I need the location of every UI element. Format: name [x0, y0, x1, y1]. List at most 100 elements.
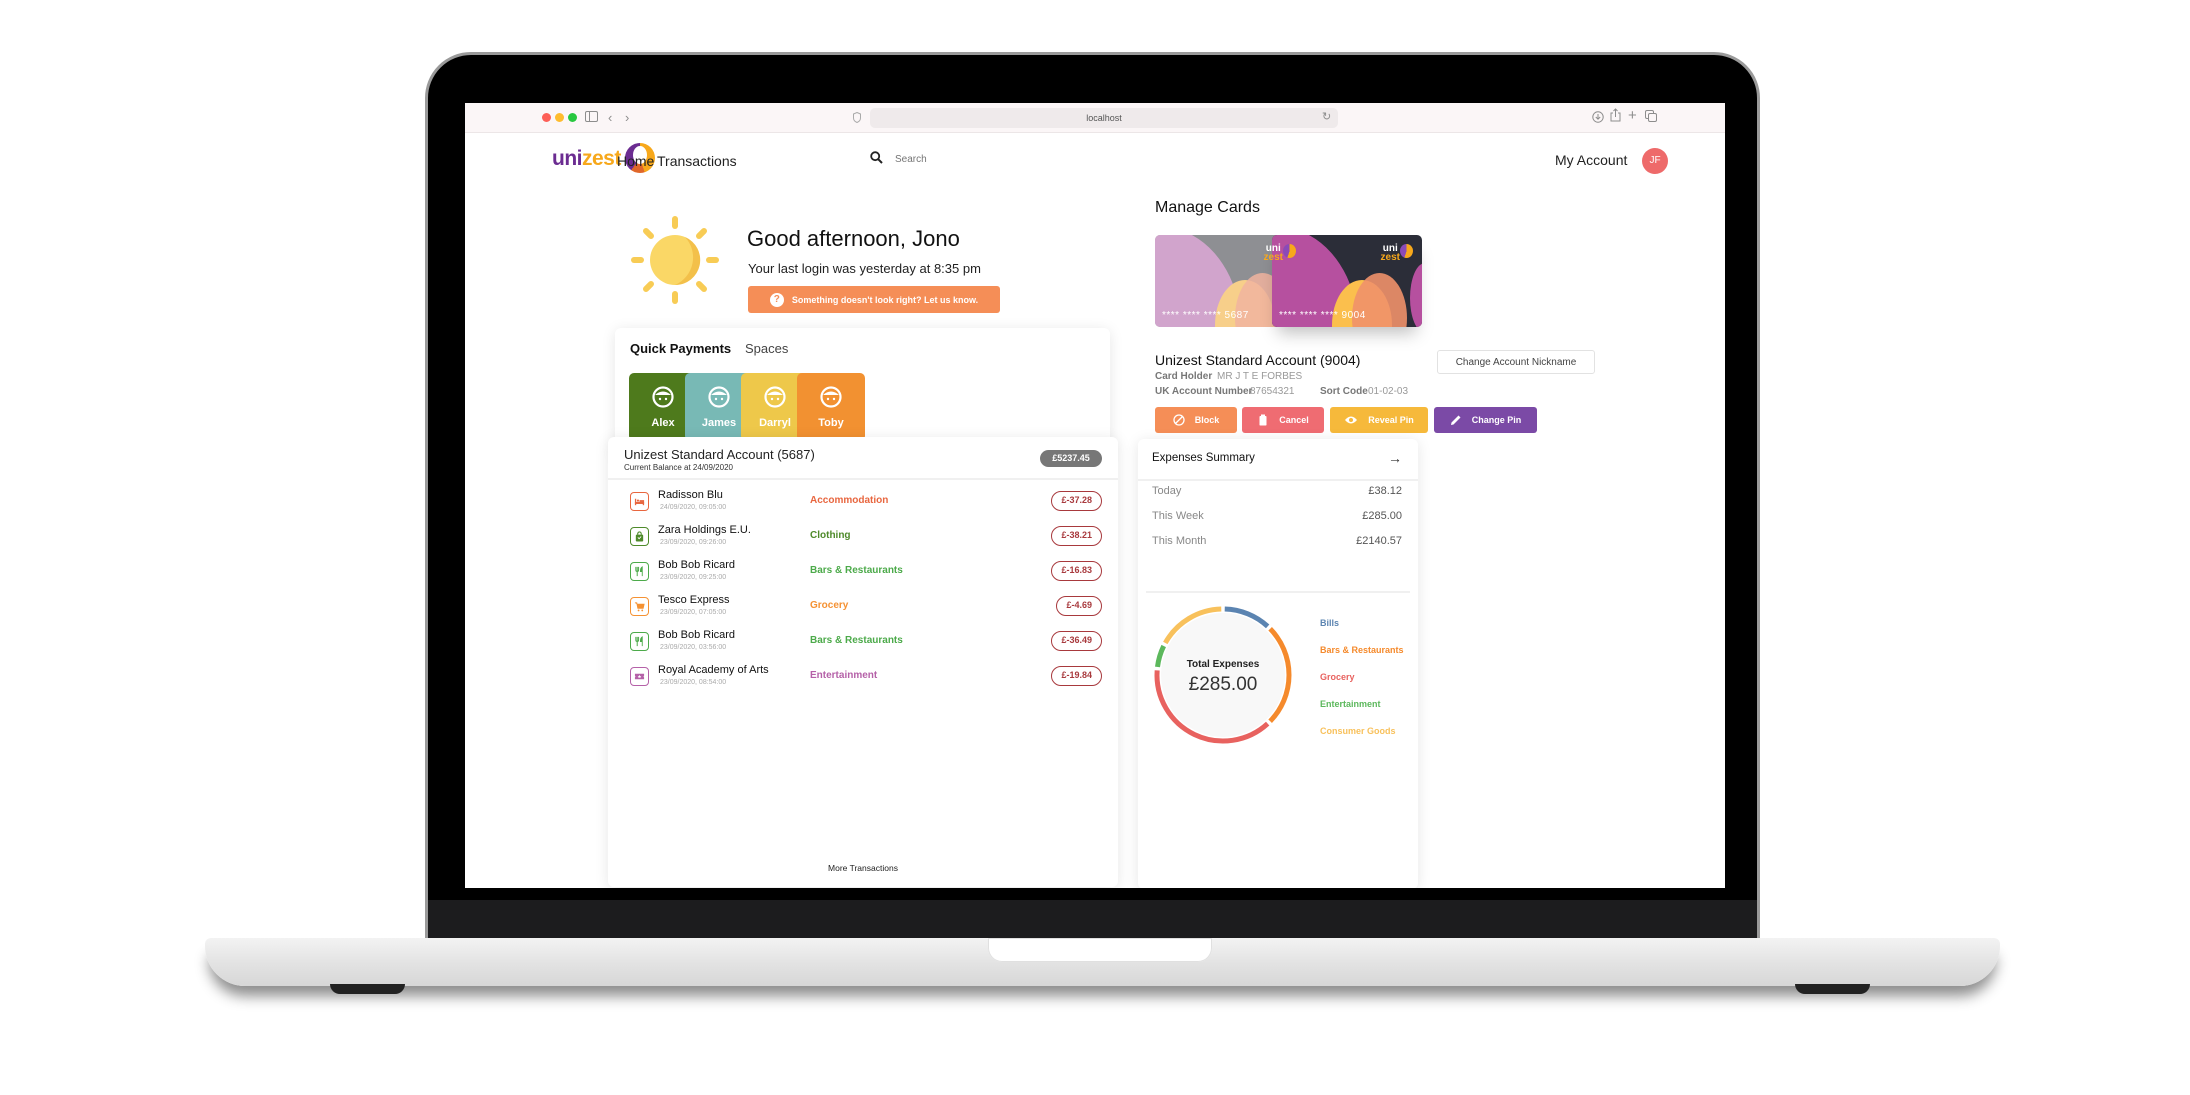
cancel-label: Cancel [1279, 415, 1309, 425]
reload-icon[interactable]: ↻ [1322, 108, 1331, 126]
sort-code-label: Sort Code [1320, 386, 1368, 397]
feedback-button-label: Something doesn't look right? Let us kno… [791, 294, 979, 305]
transaction-category: Clothing [810, 530, 851, 541]
forward-icon[interactable]: › [625, 109, 629, 127]
avatar[interactable]: JF [1642, 148, 1668, 174]
legend-item[interactable]: Bills [1320, 618, 1339, 628]
privacy-shield-icon [853, 110, 861, 128]
more-transactions-link[interactable]: More Transactions [608, 863, 1118, 873]
maximize-window-button[interactable] [568, 113, 577, 122]
feedback-button[interactable]: ? Something doesn't look right? Let us k… [748, 286, 1000, 313]
legend-item[interactable]: Bars & Restaurants [1320, 645, 1404, 655]
transaction-row[interactable]: Bob Bob Ricard 23/09/2020, 03:56:00 Bars &… [608, 623, 1118, 658]
transaction-category: Bars & Restaurants [810, 635, 903, 646]
transaction-amount: £-19.84 [1051, 666, 1102, 686]
change-nickname-button[interactable]: Change Account Nickname [1437, 350, 1595, 374]
change-pin-button[interactable]: Change Pin [1434, 407, 1537, 433]
selected-account-name: Unizest Standard Account (9004) [1155, 352, 1361, 368]
tab-quick-payments[interactable]: Quick Payments [630, 341, 731, 356]
transaction-row[interactable]: Bob Bob Ricard 23/09/2020, 09:25:00 Bars &… [608, 553, 1118, 588]
legend-item[interactable]: Entertainment [1320, 699, 1381, 709]
transaction-date: 24/09/2020, 09:05:00 [660, 504, 727, 511]
manage-cards-title: Manage Cards [1155, 199, 1260, 216]
laptop-mockup: ‹ › localhost ↻ + unizest Home Transacti… [0, 0, 2190, 1095]
transaction-amount: £-38.21 [1051, 526, 1102, 546]
my-account-link[interactable]: My Account [1555, 152, 1627, 168]
cart-icon [630, 597, 649, 616]
sort-code-value: 01-02-03 [1368, 386, 1409, 397]
donut-total-value: £285.00 [1188, 674, 1258, 695]
divider [1146, 591, 1410, 593]
expense-period-label: Today [1152, 485, 1182, 497]
laptop-foot [1795, 984, 1870, 994]
close-window-button[interactable] [542, 113, 551, 122]
expense-period-value: £285.00 [1362, 510, 1402, 522]
merchant-name: Radisson Blu [658, 489, 723, 501]
account-number-value: 87654321 [1250, 386, 1295, 397]
transaction-amount: £-4.69 [1056, 596, 1102, 616]
transaction-date: 23/09/2020, 08:54:00 [660, 679, 727, 686]
transaction-row[interactable]: Radisson Blu 24/09/2020, 09:05:00 Accommod… [608, 483, 1118, 518]
legend-item[interactable]: Grocery [1320, 672, 1355, 682]
address-bar[interactable]: localhost [870, 108, 1338, 128]
block-card-button[interactable]: Block [1155, 407, 1237, 433]
new-tab-icon[interactable]: + [1628, 107, 1637, 125]
reveal-pin-button[interactable]: Reveal Pin [1330, 407, 1428, 433]
laptop-bezel-bottom [428, 900, 1757, 940]
eye-icon [1345, 416, 1358, 424]
cutlery-icon [630, 562, 649, 581]
merchant-name: Zara Holdings E.U. [658, 524, 751, 536]
expenses-summary-title: Expenses Summary [1152, 452, 1255, 464]
card-number: **** **** **** 9004 [1279, 310, 1366, 321]
cancel-card-button[interactable]: Cancel [1242, 407, 1324, 433]
nav-transactions[interactable]: Transactions [657, 153, 737, 169]
transaction-category: Bars & Restaurants [810, 565, 903, 576]
sidebar-toggle-icon[interactable] [585, 109, 598, 127]
block-icon [1173, 414, 1185, 426]
url-text: localhost [1086, 113, 1122, 123]
ticket-icon [630, 667, 649, 686]
reveal-pin-label: Reveal Pin [1368, 415, 1414, 425]
transaction-date: 23/09/2020, 09:25:00 [660, 574, 727, 581]
transaction-amount: £-16.83 [1051, 561, 1102, 581]
greeting-title: Good afternoon, Jono [747, 226, 960, 251]
transaction-category: Accommodation [810, 495, 889, 506]
minimize-window-button[interactable] [555, 113, 564, 122]
merchant-name: Bob Bob Ricard [658, 559, 736, 571]
face-icon [708, 386, 730, 408]
unizest-logo[interactable]: unizest [552, 147, 621, 171]
balance-date: Current Balance at 24/09/2020 [624, 463, 733, 472]
merchant-name: Bob Bob Ricard [658, 629, 736, 641]
transactions-panel: Unizest Standard Account (5687) Current … [608, 437, 1118, 887]
divider [608, 478, 1118, 480]
merchant-name: Tesco Express [658, 594, 730, 606]
laptop-foot [330, 984, 405, 994]
face-icon [820, 386, 842, 408]
logo-text-zest: zest [582, 147, 621, 170]
search-input[interactable] [895, 147, 1045, 171]
payee-tile[interactable]: Toby [797, 373, 865, 441]
card-logo-icon [1400, 244, 1413, 258]
card-logo: uni zest [1380, 243, 1400, 263]
bed-icon [630, 492, 649, 511]
tab-overview-icon[interactable] [1645, 109, 1657, 127]
arrow-right-icon[interactable]: → [1388, 450, 1402, 466]
tab-spaces[interactable]: Spaces [745, 341, 788, 356]
back-icon[interactable]: ‹ [608, 109, 612, 127]
legend-item[interactable]: Consumer Goods [1320, 726, 1396, 736]
expense-period-label: This Month [1152, 535, 1207, 547]
transaction-row[interactable]: Royal Academy of Arts 23/09/2020, 08:54:0… [608, 658, 1118, 693]
sun-icon [631, 216, 719, 304]
divider [1138, 479, 1418, 481]
share-icon[interactable] [1610, 108, 1621, 127]
transaction-row[interactable]: Tesco Express 23/09/2020, 07:05:00 Grocery… [608, 588, 1118, 623]
expense-period-label: This Week [1152, 510, 1204, 522]
transaction-date: 23/09/2020, 09:26:00 [660, 539, 727, 546]
search-icon[interactable] [870, 151, 886, 167]
transaction-row[interactable]: Zara Holdings E.U. 23/09/2020, 09:26:00 Cl… [608, 518, 1118, 553]
expenses-summary-panel: Expenses Summary → Today £38.12 This Wee… [1138, 439, 1418, 888]
face-icon [652, 386, 674, 408]
card-logo: uni zest [1263, 243, 1283, 263]
downloads-icon[interactable] [1592, 110, 1604, 128]
nav-home[interactable]: Home [617, 153, 654, 169]
